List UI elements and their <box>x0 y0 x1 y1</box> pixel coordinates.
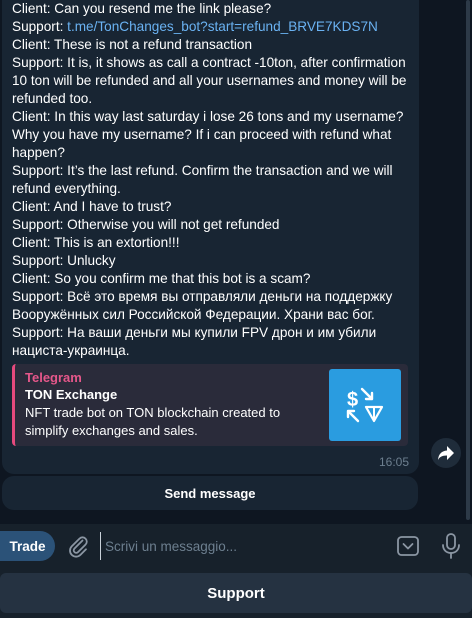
bot-keyboard: Support <box>0 568 472 618</box>
message-line: Client: These is not a refund transactio… <box>12 37 253 52</box>
paperclip-icon[interactable] <box>66 534 90 558</box>
message-line: Support: It is, it shows as call a contr… <box>12 55 407 106</box>
message-line: Client: Can you resend me the link pleas… <box>12 1 272 16</box>
bot-keyboard-icon[interactable] <box>396 534 420 558</box>
message-line: Client: In this way last saturday i lose… <box>12 109 404 160</box>
message-line: Client: So you confirm me that this bot … <box>12 271 311 286</box>
preview-thumbnail: $ <box>329 369 401 441</box>
exchange-icon: $ <box>346 387 384 423</box>
message-line-prefix: Support: <box>12 19 68 34</box>
microphone-icon[interactable] <box>440 532 462 560</box>
send-message-inline-button[interactable]: Send message <box>2 476 418 510</box>
message-input[interactable] <box>100 532 380 560</box>
message-line: Support: На ваши деньги мы купили FPV др… <box>12 325 377 358</box>
link-preview[interactable]: Telegram TON Exchange NFT trade bot on T… <box>12 364 408 446</box>
message-line: Support: Otherwise you will not get refu… <box>12 217 280 232</box>
share-arrow-icon <box>438 446 454 460</box>
support-keyboard-button[interactable]: Support <box>0 573 472 613</box>
chat-area: Client: Can you resend me the link pleas… <box>0 0 472 520</box>
chat-scrollbar[interactable] <box>466 0 470 520</box>
message-line: Support: Всё это время вы отправляли ден… <box>12 289 393 322</box>
preview-description: NFT trade bot on TON blockchain created … <box>25 405 281 438</box>
message-line: Support: Unlucky <box>12 253 116 268</box>
message-line: Client: This is an extortion!!! <box>12 235 180 250</box>
share-button[interactable] <box>431 438 461 468</box>
message-composer: Trade <box>0 524 472 568</box>
message-time: 16:05 <box>378 455 409 469</box>
refund-link[interactable]: t.me/TonChanges_bot?start=refund_BRVE7KD… <box>67 19 378 34</box>
message-bubble: Client: Can you resend me the link pleas… <box>2 0 419 474</box>
trade-menu-button[interactable]: Trade <box>0 531 55 561</box>
message-text: Client: Can you resend me the link pleas… <box>12 0 409 360</box>
message-line: Client: And I have to trust? <box>12 199 172 214</box>
message-line: Support: It’s the last refund. Confirm t… <box>12 163 393 196</box>
message-line: Support: t.me/TonChanges_bot?start=refun… <box>12 18 409 36</box>
svg-text:$: $ <box>347 389 358 411</box>
